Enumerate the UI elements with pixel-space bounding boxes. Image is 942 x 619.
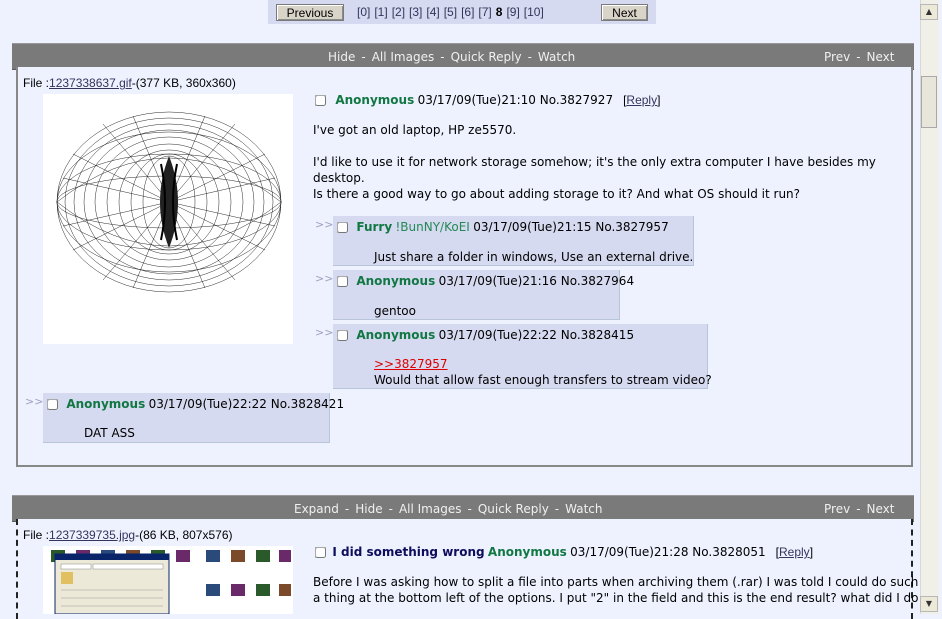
- page-link-7[interactable]: [7]: [478, 5, 491, 19]
- poster-name: Anonymous: [335, 93, 415, 107]
- post-line: Is there a good way to go about adding s…: [313, 187, 801, 201]
- separator: -: [467, 502, 472, 516]
- all-images-link[interactable]: All Images: [399, 502, 462, 516]
- expand-thread-link[interactable]: Expand: [294, 502, 339, 516]
- post-date: 03/17/09(Tue)22:22 No.3828421: [148, 397, 345, 411]
- hide-thread-link[interactable]: Hide: [328, 50, 355, 64]
- file-meta: -(377 KB, 360x360): [131, 76, 236, 90]
- hide-thread-link[interactable]: Hide: [355, 502, 382, 516]
- file-link[interactable]: 1237338637.gif: [49, 76, 132, 90]
- previous-page-button[interactable]: Previous: [276, 4, 344, 21]
- separator: -: [554, 502, 560, 516]
- watch-thread-link[interactable]: Watch: [565, 502, 602, 516]
- reply-arrow: >>: [315, 218, 334, 231]
- post-header: I did something wrong Anonymous 03/17/09…: [315, 545, 813, 559]
- all-images-link[interactable]: All Images: [372, 50, 435, 64]
- reply-post: Anonymous 03/17/09(Tue)21:16 No.3827964 …: [333, 270, 634, 320]
- page-link-10[interactable]: [10]: [524, 5, 544, 19]
- file-label: File :: [23, 76, 50, 90]
- page-link-0[interactable]: [0]: [357, 5, 370, 19]
- reply-text: gentoo: [374, 304, 416, 318]
- reply-post: Furry !BunNY/KoEI 03/17/09(Tue)21:15 No.…: [333, 216, 694, 266]
- file-info: File :1237339735.jpg-(86 KB, 807x576): [23, 528, 233, 542]
- tripcode: !BunNY/KoEI: [395, 220, 470, 234]
- poster-name: Anonymous: [356, 274, 436, 288]
- page-link-5[interactable]: [5]: [444, 5, 457, 19]
- next-thread-link[interactable]: Next: [867, 50, 895, 64]
- quick-reply-link[interactable]: Quick Reply: [451, 50, 522, 64]
- post-header: Furry !BunNY/KoEI 03/17/09(Tue)21:15 No.…: [337, 220, 669, 234]
- poster-name: Anonymous: [487, 545, 567, 559]
- page-link-4[interactable]: [4]: [426, 5, 439, 19]
- separator: -: [440, 50, 445, 64]
- post-select-checkbox[interactable]: [337, 222, 348, 233]
- post-line: Before I was asking how to split a file …: [313, 575, 919, 589]
- post-line: a thing at the bottom left of the option…: [313, 591, 919, 605]
- post-select-checkbox[interactable]: [315, 95, 326, 106]
- thread-toolbar: Expand - Hide - All Images - Quick Reply - Watch…: [12, 495, 914, 522]
- file-meta: -(86 KB, 807x576): [135, 528, 233, 542]
- next-thread-link[interactable]: Next: [867, 502, 895, 516]
- post-line: I'd like to use it for network storage s…: [313, 155, 876, 169]
- watch-thread-link[interactable]: Watch: [538, 50, 575, 64]
- quick-reply-link[interactable]: Quick Reply: [478, 502, 549, 516]
- reply-post: Anonymous 03/17/09(Tue)22:22 No.3828415 …: [333, 324, 712, 389]
- post-date: 03/17/09(Tue)22:22 No.3828415: [438, 328, 635, 342]
- reply-post: Anonymous 03/17/09(Tue)22:22 No.3828421 …: [43, 393, 344, 443]
- file-info: File :1237338637.gif-(377 KB, 360x360): [23, 76, 236, 90]
- reply-text: Just share a folder in windows, Use an e…: [374, 250, 694, 264]
- file-link[interactable]: 1237339735.jpg: [49, 528, 135, 542]
- post-header: Anonymous 03/17/09(Tue)21:10 No.3827927 …: [315, 93, 660, 107]
- post-date: 03/17/09(Tue)21:15 No.3827957: [473, 220, 669, 234]
- post-date: 03/17/09(Tue)21:16 No.3827964: [438, 274, 635, 288]
- reply-link[interactable]: Reply: [626, 93, 657, 107]
- file-label: File :: [23, 528, 50, 542]
- post-select-checkbox[interactable]: [315, 547, 326, 558]
- reply-arrow: >>: [315, 272, 334, 285]
- post-header: Anonymous 03/17/09(Tue)22:22 No.3828415: [337, 328, 634, 342]
- screenshot-thumbnail-image[interactable]: [43, 546, 293, 614]
- post-select-checkbox[interactable]: [47, 399, 58, 410]
- page-link-1[interactable]: [1]: [374, 5, 387, 19]
- post-date: 03/17/09(Tue)21:10 No.3827927: [417, 93, 614, 107]
- reply-link[interactable]: Reply: [779, 545, 810, 559]
- separator: -: [856, 502, 861, 516]
- post-date: 03/17/09(Tue)21:28 No.3828051: [570, 545, 766, 559]
- separator: -: [527, 50, 532, 64]
- reply-text: DAT ASS: [84, 426, 135, 440]
- reply-text: Would that allow fast enough transfers t…: [374, 373, 712, 387]
- thread-toolbar: Hide - All Images - Quick Reply - Watch Prev - N…: [12, 43, 914, 70]
- next-page-button[interactable]: Next: [601, 4, 648, 21]
- post-header: Anonymous 03/17/09(Tue)22:22 No.3828421: [47, 397, 344, 411]
- post-subject: I did something wrong: [332, 545, 485, 559]
- quote-link-text[interactable]: >>3827957: [374, 357, 448, 371]
- page-link-2[interactable]: [2]: [392, 5, 405, 19]
- quote-link[interactable]: >>3827957: [374, 357, 448, 371]
- post-select-checkbox[interactable]: [337, 330, 348, 341]
- page-link-6[interactable]: [6]: [461, 5, 474, 19]
- scroll-down-button[interactable]: ▼: [920, 596, 938, 612]
- current-page: 8: [495, 5, 503, 19]
- separator: -: [344, 502, 350, 516]
- page-link-9[interactable]: [9]: [506, 5, 519, 19]
- scroll-up-button[interactable]: ▲: [920, 4, 938, 20]
- separator: -: [361, 50, 366, 64]
- prev-thread-link[interactable]: Prev: [824, 50, 850, 64]
- reply-arrow: >>: [315, 326, 334, 339]
- page-number-list: [0] [1] [2] [3] [4] [5] [6] [7] 8 [9] [10]: [357, 5, 548, 19]
- post-line: desktop.: [313, 171, 365, 185]
- scrollbar-thumb[interactable]: [921, 76, 937, 128]
- separator: -: [388, 502, 393, 516]
- post-line: I've got an old laptop, HP ze5570.: [313, 123, 517, 137]
- post-header: Anonymous 03/17/09(Tue)21:16 No.3827964: [337, 274, 634, 288]
- poster-name: Furry: [356, 220, 393, 234]
- prev-thread-link[interactable]: Prev: [824, 502, 850, 516]
- poster-name: Anonymous: [356, 328, 436, 342]
- page-link-3[interactable]: [3]: [409, 5, 422, 19]
- reply-arrow: >>: [25, 395, 44, 408]
- separator: -: [856, 50, 861, 64]
- poster-name: Anonymous: [66, 397, 146, 411]
- post-select-checkbox[interactable]: [337, 276, 348, 287]
- torus-wireframe-image[interactable]: [43, 94, 293, 344]
